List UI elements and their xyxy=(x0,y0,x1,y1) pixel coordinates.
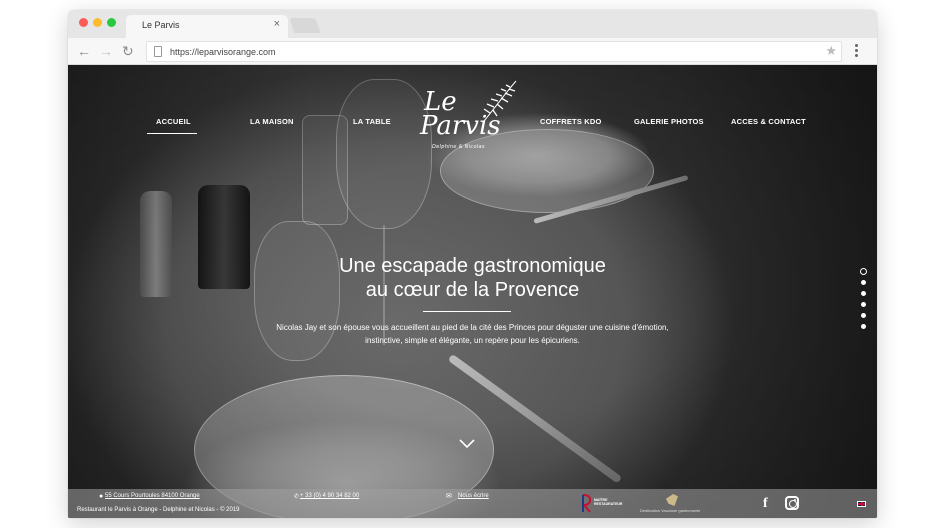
logo-text-parvis: Parvis xyxy=(420,111,501,141)
scroll-down-chevron-icon[interactable] xyxy=(459,439,475,449)
nav-la-table[interactable]: LA TABLE xyxy=(353,117,391,126)
back-arrow-icon[interactable]: ← xyxy=(77,42,91,60)
address-bar[interactable]: https://leparvisorange.com ★ xyxy=(146,41,842,62)
instagram-icon[interactable] xyxy=(785,496,799,510)
reload-icon[interactable]: ↻ xyxy=(122,42,134,60)
maitre-restaurateur-logo[interactable] xyxy=(580,493,592,513)
site-logo[interactable]: Le Parvis Delphine & Nicolas xyxy=(418,79,522,157)
nav-accueil[interactable]: ACCUEIL xyxy=(156,117,191,126)
nav-acces-contact[interactable]: ACCES & CONTACT xyxy=(731,117,806,126)
facebook-icon[interactable]: f xyxy=(763,496,768,512)
map-pin-icon: ● xyxy=(99,493,104,500)
destination-logo[interactable] xyxy=(666,494,678,506)
tab-title: Le Parvis xyxy=(142,20,180,30)
nav-active-underline xyxy=(147,133,197,134)
page-icon xyxy=(154,46,162,57)
browser-tab[interactable]: Le Parvis × xyxy=(126,15,288,38)
forward-arrow-icon[interactable]: → xyxy=(99,42,113,60)
slider-dot[interactable] xyxy=(860,313,866,318)
slider-pagination xyxy=(859,268,867,335)
hero-section: ACCUEIL LA MAISON LA TABLE COFFRETS KDO … xyxy=(68,65,877,518)
destination-label: Destination Vaucluse gastronomie xyxy=(640,508,701,513)
english-flag-icon[interactable] xyxy=(857,501,866,507)
new-tab-button[interactable] xyxy=(289,18,321,33)
logo-subtitle: Delphine & Nicolas xyxy=(432,144,485,150)
hero-headline-line-1: Une escapade gastronomique xyxy=(339,255,606,277)
nav-la-maison[interactable]: LA MAISON xyxy=(250,117,294,126)
browser-window: Le Parvis × ← → ↻ https://leparvisorange… xyxy=(68,10,877,518)
slider-dot[interactable] xyxy=(860,280,866,285)
footer-phone[interactable]: + 33 (0) 4 90 34 82 00 xyxy=(300,493,359,499)
minimize-window-button[interactable] xyxy=(93,18,102,27)
site-footer: ● 55 Cours Pourtoules 84100 Orange ✆ + 3… xyxy=(68,489,877,518)
bookmark-star-icon[interactable]: ★ xyxy=(825,43,837,59)
maximize-window-button[interactable] xyxy=(107,18,116,27)
close-window-button[interactable] xyxy=(79,18,88,27)
hero-headline-line-2: au cœur de la Provence xyxy=(365,279,580,301)
footer-email-link[interactable]: Nous écrire xyxy=(458,493,489,499)
headline-divider xyxy=(423,311,511,312)
footer-address[interactable]: 55 Cours Pourtoules 84100 Orange xyxy=(105,493,200,499)
tab-bar: Le Parvis × xyxy=(68,10,877,38)
slider-dot[interactable] xyxy=(860,302,866,307)
tab-close-icon[interactable]: × xyxy=(274,18,280,30)
browser-menu-icon[interactable] xyxy=(855,44,859,58)
footer-copyright: Restaurant le Parvis à Orange - Delphine… xyxy=(77,507,240,513)
slider-dot[interactable] xyxy=(859,268,867,275)
slider-dot[interactable] xyxy=(860,291,866,296)
hero-intro-text: Nicolas Jay et son épouse vous accueille… xyxy=(276,323,669,345)
nav-coffrets-kdo[interactable]: COFFRETS KDO xyxy=(540,117,602,126)
url-text: https://leparvisorange.com xyxy=(170,47,276,57)
envelope-icon: ✉ xyxy=(446,493,452,500)
maitre-restaurateur-label: MAÎTRE RESTAURATEUR xyxy=(594,498,623,506)
slider-dot[interactable] xyxy=(860,324,866,329)
browser-toolbar: ← → ↻ https://leparvisorange.com ★ xyxy=(68,38,877,65)
phone-icon: ✆ xyxy=(294,494,300,500)
nav-galerie-photos[interactable]: GALERIE PHOTOS xyxy=(634,117,704,126)
